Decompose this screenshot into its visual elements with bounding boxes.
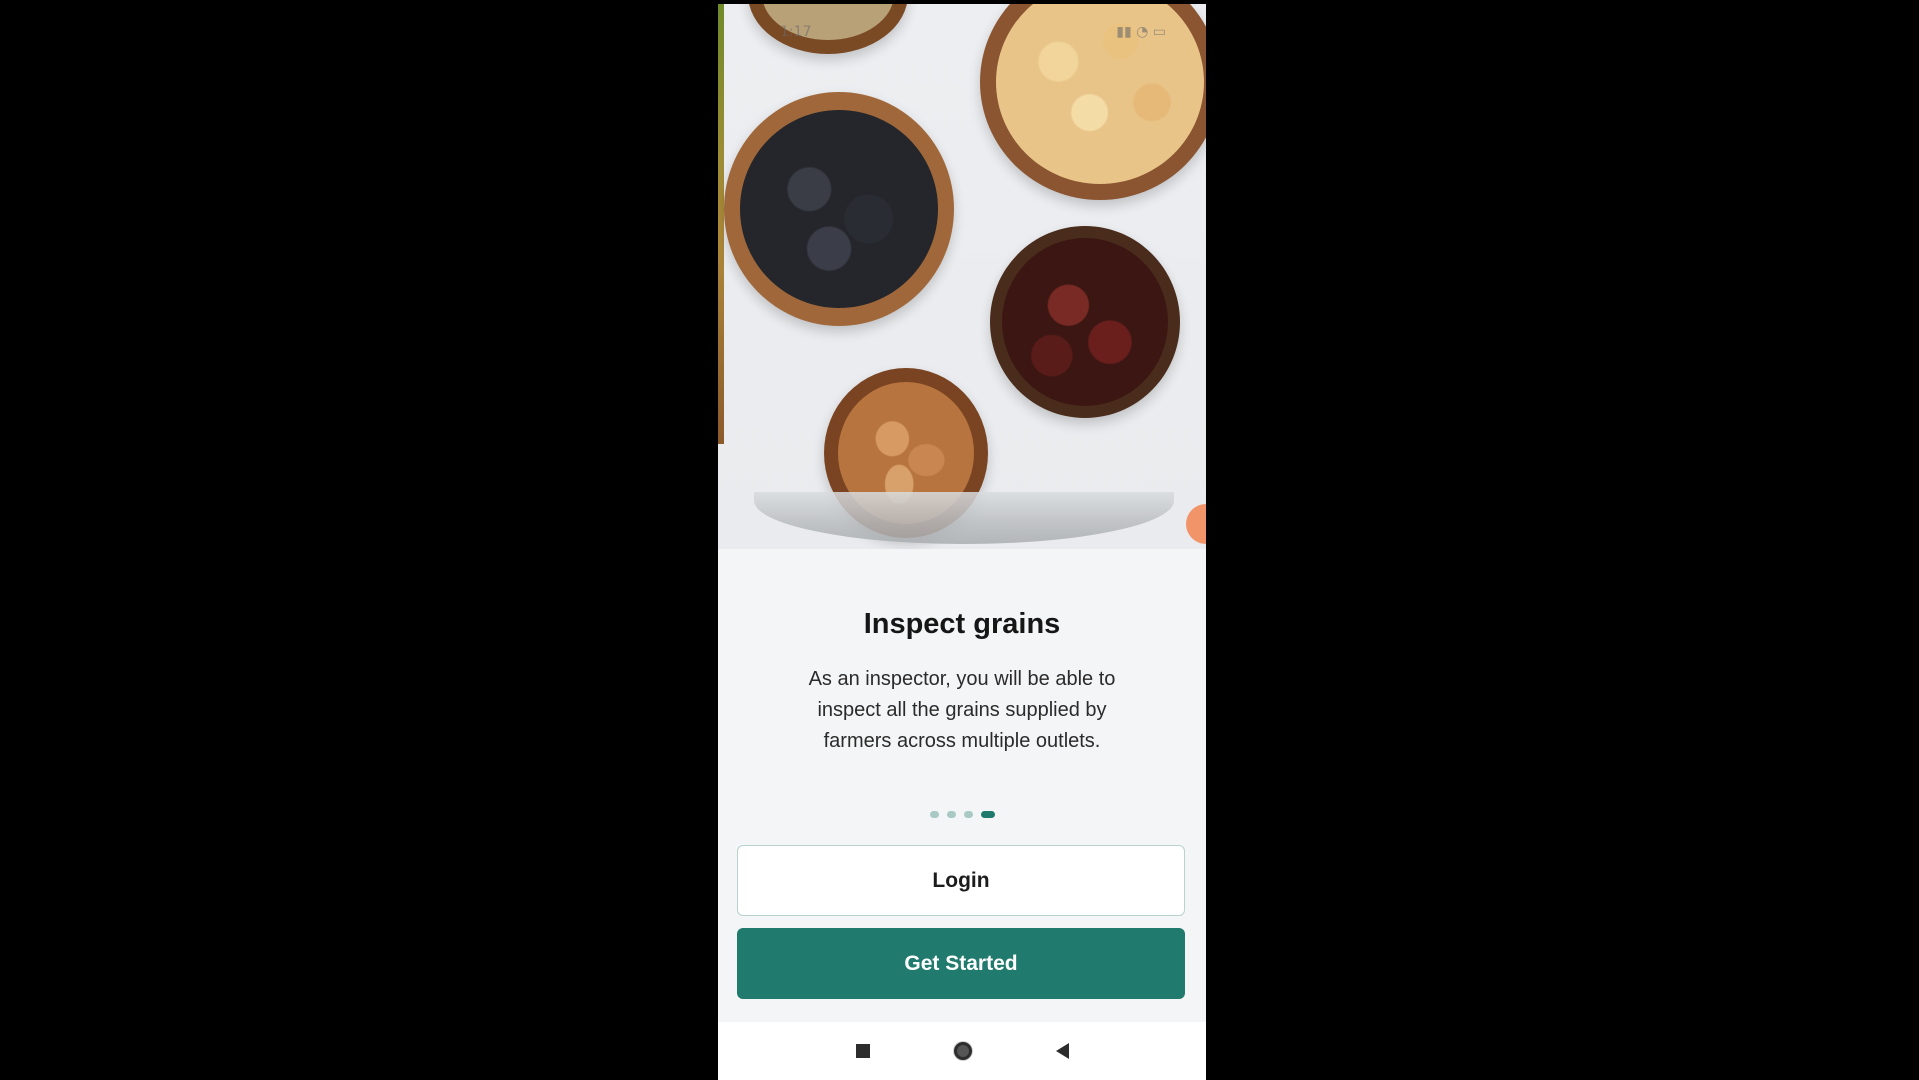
page-dot[interactable] [963, 811, 973, 818]
page-dot[interactable] [946, 811, 956, 818]
page-dot-active[interactable] [980, 811, 995, 818]
status-bar: 1:17 ▮▮ ◔ ▭ [718, 4, 1206, 60]
onboarding-description: As an inspector, you will be able to ins… [808, 668, 1116, 752]
get-started-button-label: Get Started [904, 951, 1018, 975]
back-icon[interactable] [1055, 1043, 1069, 1059]
get-started-button[interactable]: Get Started [737, 928, 1185, 999]
screen-background: 1:17 ▮▮ ◔ ▭ Inspect grains As an inspect… [0, 0, 1919, 1080]
bowl-raisins [724, 92, 954, 326]
onboarding-title: Inspect grains [863, 608, 1061, 640]
login-button[interactable]: Login [737, 845, 1185, 916]
status-time: 1:17 [780, 24, 812, 40]
login-button-label: Login [932, 868, 990, 892]
home-icon[interactable] [953, 1042, 972, 1060]
hero-illustration: 1:17 ▮▮ ◔ ▭ [718, 4, 1206, 549]
previous-slide-edge [718, 4, 724, 444]
phone-screen: 1:17 ▮▮ ◔ ▭ Inspect grains As an inspect… [718, 4, 1206, 1080]
page-indicator [718, 811, 1206, 818]
bowl-cranberries [990, 226, 1180, 418]
page-dot[interactable] [929, 811, 939, 818]
recents-icon[interactable] [855, 1044, 870, 1058]
hero-bottom-shadow [754, 492, 1174, 544]
system-navigation-bar [718, 1022, 1206, 1080]
status-icons: ▮▮ ◔ ▭ [1116, 24, 1166, 40]
